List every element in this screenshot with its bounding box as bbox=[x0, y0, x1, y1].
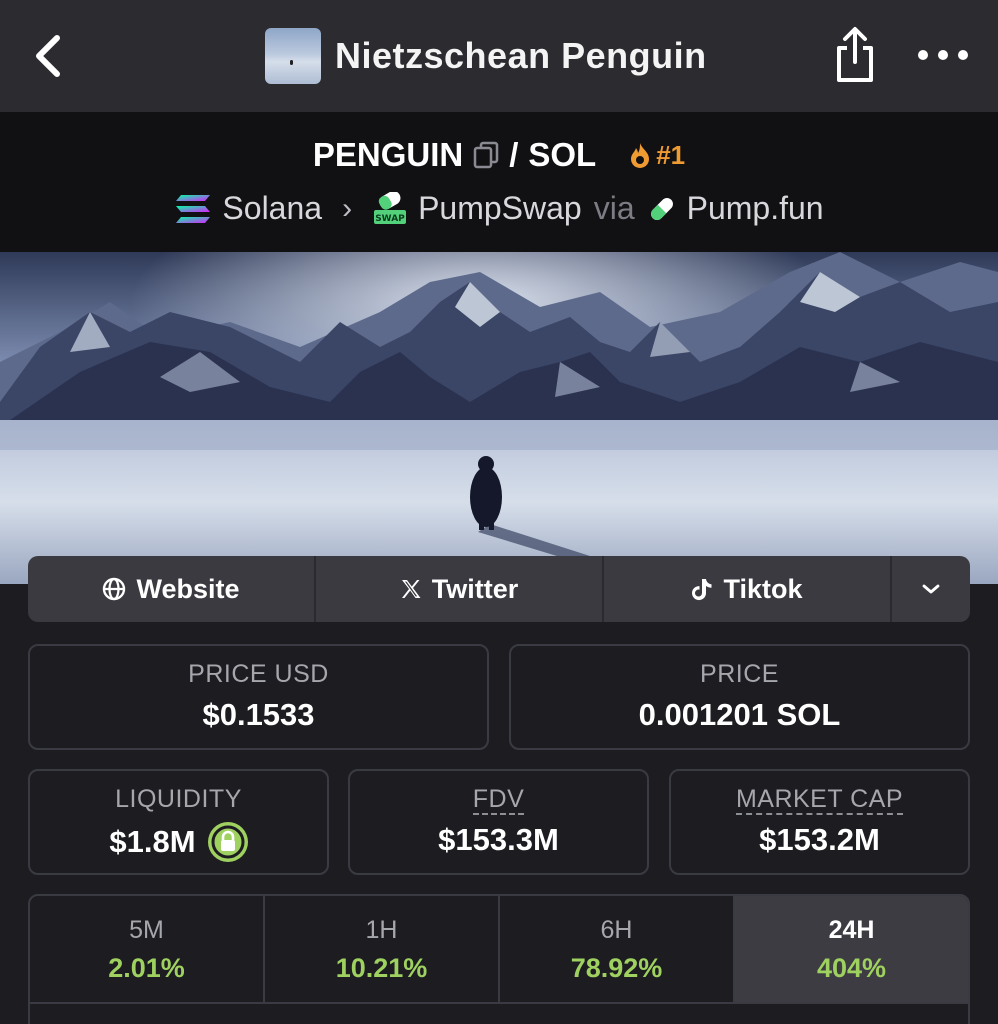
solana-icon bbox=[176, 194, 211, 223]
market-cap-value: $153.2M bbox=[759, 822, 880, 857]
pair-quote-symbol: SOL bbox=[528, 136, 597, 173]
more-links-dropdown[interactable] bbox=[892, 556, 970, 622]
pair-row: PENGUIN / SOL #1 bbox=[0, 136, 998, 174]
price-native-label: PRICE bbox=[700, 660, 779, 688]
tab-1h[interactable]: 1H 10.21% bbox=[265, 896, 500, 1002]
banner-artwork bbox=[0, 252, 998, 584]
tab-label: 1H bbox=[365, 916, 398, 944]
tab-6h[interactable]: 6H 78.92% bbox=[500, 896, 735, 1002]
dex-name: PumpSwap bbox=[418, 190, 582, 226]
chain-link-solana[interactable]: Solana bbox=[174, 190, 322, 227]
via-label: via bbox=[593, 190, 635, 226]
flame-icon bbox=[631, 143, 650, 168]
dex-link-pumpswap[interactable]: SWAP PumpSwap bbox=[372, 190, 582, 227]
tiktok-label: Tiktok bbox=[723, 573, 803, 604]
tab-label: 24H bbox=[828, 916, 875, 944]
fdv-value: $153.3M bbox=[438, 822, 559, 857]
price-usd-label: PRICE USD bbox=[188, 660, 329, 688]
tab-label: 6H bbox=[600, 916, 633, 944]
fdv-label: FDV bbox=[472, 785, 525, 815]
page-title: Nietzschean Penguin bbox=[335, 35, 707, 76]
liquidity-locked-badge[interactable] bbox=[207, 822, 248, 862]
pair-header: PENGUIN / SOL #1 Solana › SWAP PumpSwap … bbox=[0, 112, 998, 252]
more-horizontal-icon bbox=[918, 50, 928, 60]
liquidity-value: $1.8M bbox=[109, 824, 196, 859]
launchpad-link-pumpfun[interactable]: Pump.fun bbox=[647, 190, 824, 227]
website-label: Website bbox=[136, 573, 240, 604]
social-links-bar: Website Twitter Tiktok bbox=[28, 556, 970, 622]
price-native-card: PRICE 0.001201 SOL bbox=[509, 644, 970, 750]
pair-separator: / bbox=[509, 136, 519, 173]
share-button[interactable] bbox=[830, 26, 880, 84]
globe-icon bbox=[103, 577, 126, 601]
token-banner-image bbox=[0, 252, 998, 584]
back-button[interactable] bbox=[26, 30, 70, 82]
breadcrumb-chevron-icon: › bbox=[342, 191, 353, 225]
lock-icon bbox=[211, 825, 245, 859]
twitter-button[interactable]: Twitter bbox=[316, 556, 604, 622]
x-logo-icon bbox=[401, 580, 421, 598]
price-usd-card: PRICE USD $0.1533 bbox=[28, 644, 489, 750]
chevron-left-icon bbox=[36, 35, 60, 77]
share-icon bbox=[837, 27, 873, 82]
website-button[interactable]: Website bbox=[28, 556, 316, 622]
market-cap-card: MARKET CAP $153.2M bbox=[669, 769, 970, 875]
copy-icon[interactable] bbox=[473, 141, 499, 169]
launchpad-name: Pump.fun bbox=[686, 190, 824, 226]
chevron-down-icon bbox=[922, 584, 940, 594]
dex-badge-label: SWAP bbox=[375, 214, 405, 224]
more-options-button[interactable] bbox=[918, 40, 968, 70]
fdv-card: FDV $153.3M bbox=[348, 769, 649, 875]
pair-base-symbol: PENGUIN bbox=[312, 136, 464, 173]
twitter-label: Twitter bbox=[431, 573, 519, 604]
tab-5m[interactable]: 5M 2.01% bbox=[30, 896, 265, 1002]
trending-rank-badge[interactable]: #1 bbox=[628, 140, 685, 171]
tab-change-value: 78.92% bbox=[570, 953, 663, 983]
market-cap-label: MARKET CAP bbox=[735, 785, 904, 815]
tiktok-button[interactable]: Tiktok bbox=[604, 556, 892, 622]
nav-title-group: Nietzschean Penguin bbox=[265, 28, 707, 84]
market-cap-label-tooltip[interactable]: MARKET CAP bbox=[671, 785, 968, 815]
tiktok-icon bbox=[692, 579, 712, 601]
liquidity-card: LIQUIDITY $1.8M bbox=[28, 769, 329, 875]
tab-change-value: 10.21% bbox=[335, 953, 428, 983]
pill-icon bbox=[650, 197, 673, 220]
tab-change-value: 2.01% bbox=[108, 953, 185, 983]
pumpswap-icon: SWAP bbox=[374, 191, 407, 224]
tab-24h[interactable]: 24H 404% bbox=[735, 896, 968, 1002]
token-avatar bbox=[265, 28, 321, 84]
chain-breadcrumb: Solana › SWAP PumpSwap via Pump.fun bbox=[0, 190, 998, 227]
price-native-value: 0.001201 SOL bbox=[638, 697, 841, 732]
fdv-label-tooltip[interactable]: FDV bbox=[350, 785, 647, 815]
tab-label: 5M bbox=[129, 916, 164, 944]
tab-change-value: 404% bbox=[816, 953, 887, 983]
timeframe-panel: 5M 2.01% 1H 10.21% 6H 78.92% 24H 404% bbox=[28, 894, 970, 1024]
chain-name: Solana bbox=[222, 190, 323, 226]
rank-label: #1 bbox=[656, 139, 686, 170]
price-usd-value: $0.1533 bbox=[202, 697, 315, 732]
top-nav-bar: Nietzschean Penguin bbox=[0, 0, 998, 112]
liquidity-label: LIQUIDITY bbox=[115, 785, 242, 813]
timeframe-tabs: 5M 2.01% 1H 10.21% 6H 78.92% 24H 404% bbox=[30, 896, 968, 1004]
